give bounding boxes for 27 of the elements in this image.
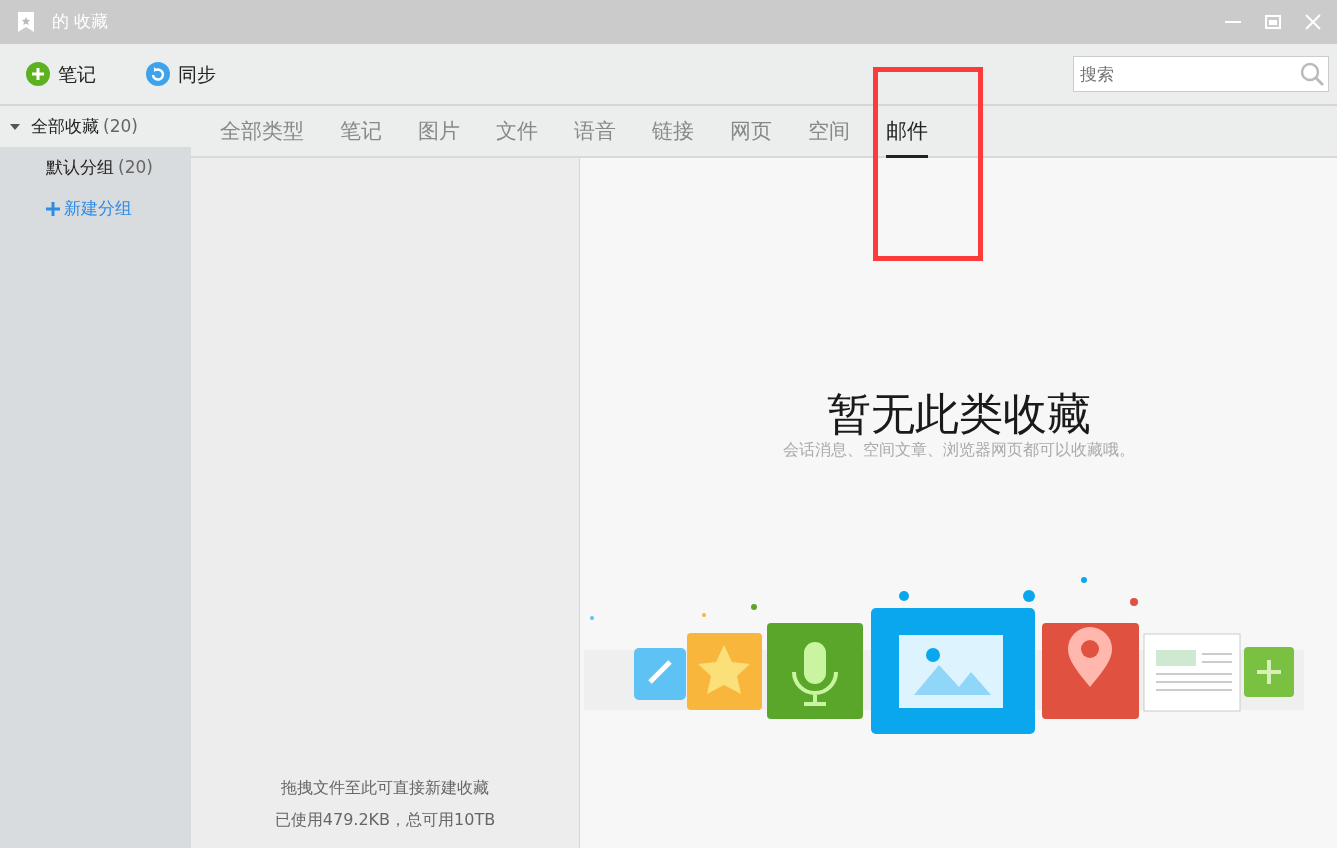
search-field[interactable]: 搜索 — [1073, 56, 1329, 92]
maximize-icon[interactable] — [1265, 15, 1281, 29]
empty-state-subtitle: 会话消息、空间文章、浏览器网页都可以收藏哦。 — [782, 439, 1135, 462]
tab[interactable]: 语音 — [574, 108, 616, 158]
sync-icon — [146, 62, 170, 86]
minimize-icon[interactable] — [1225, 20, 1241, 24]
sync-button[interactable]: 同步 — [136, 59, 226, 89]
storage-usage-text: 已使用479.2KB，总可用10TB — [274, 809, 496, 831]
sidebar-item[interactable]: 全部收藏 (20) — [0, 106, 191, 147]
tab[interactable]: 空间 — [808, 108, 850, 158]
sidebar-item[interactable]: 默认分组 (20) — [0, 147, 191, 188]
drop-hint-text: 拖拽文件至此可直接新建收藏 — [281, 777, 489, 799]
new-note-button[interactable]: 笔记 — [16, 59, 106, 89]
search-icon[interactable] — [1299, 61, 1325, 87]
bookmark-icon — [16, 11, 36, 33]
empty-state-title: 暂无此类收藏 — [826, 390, 1091, 439]
plus-icon — [46, 201, 60, 216]
tab[interactable]: 全部类型 — [220, 108, 304, 158]
new-group-link[interactable]: 新建分组 — [46, 196, 191, 222]
tab[interactable]: 链接 — [652, 108, 694, 158]
plus-circle-icon — [26, 62, 50, 86]
tab[interactable]: 图片 — [418, 108, 460, 158]
tab[interactable]: 网页 — [730, 108, 772, 158]
tab[interactable]: 文件 — [496, 108, 538, 158]
close-icon[interactable] — [1305, 14, 1321, 30]
caret-icon[interactable] — [10, 122, 20, 131]
tab[interactable]: 笔记 — [340, 108, 382, 158]
